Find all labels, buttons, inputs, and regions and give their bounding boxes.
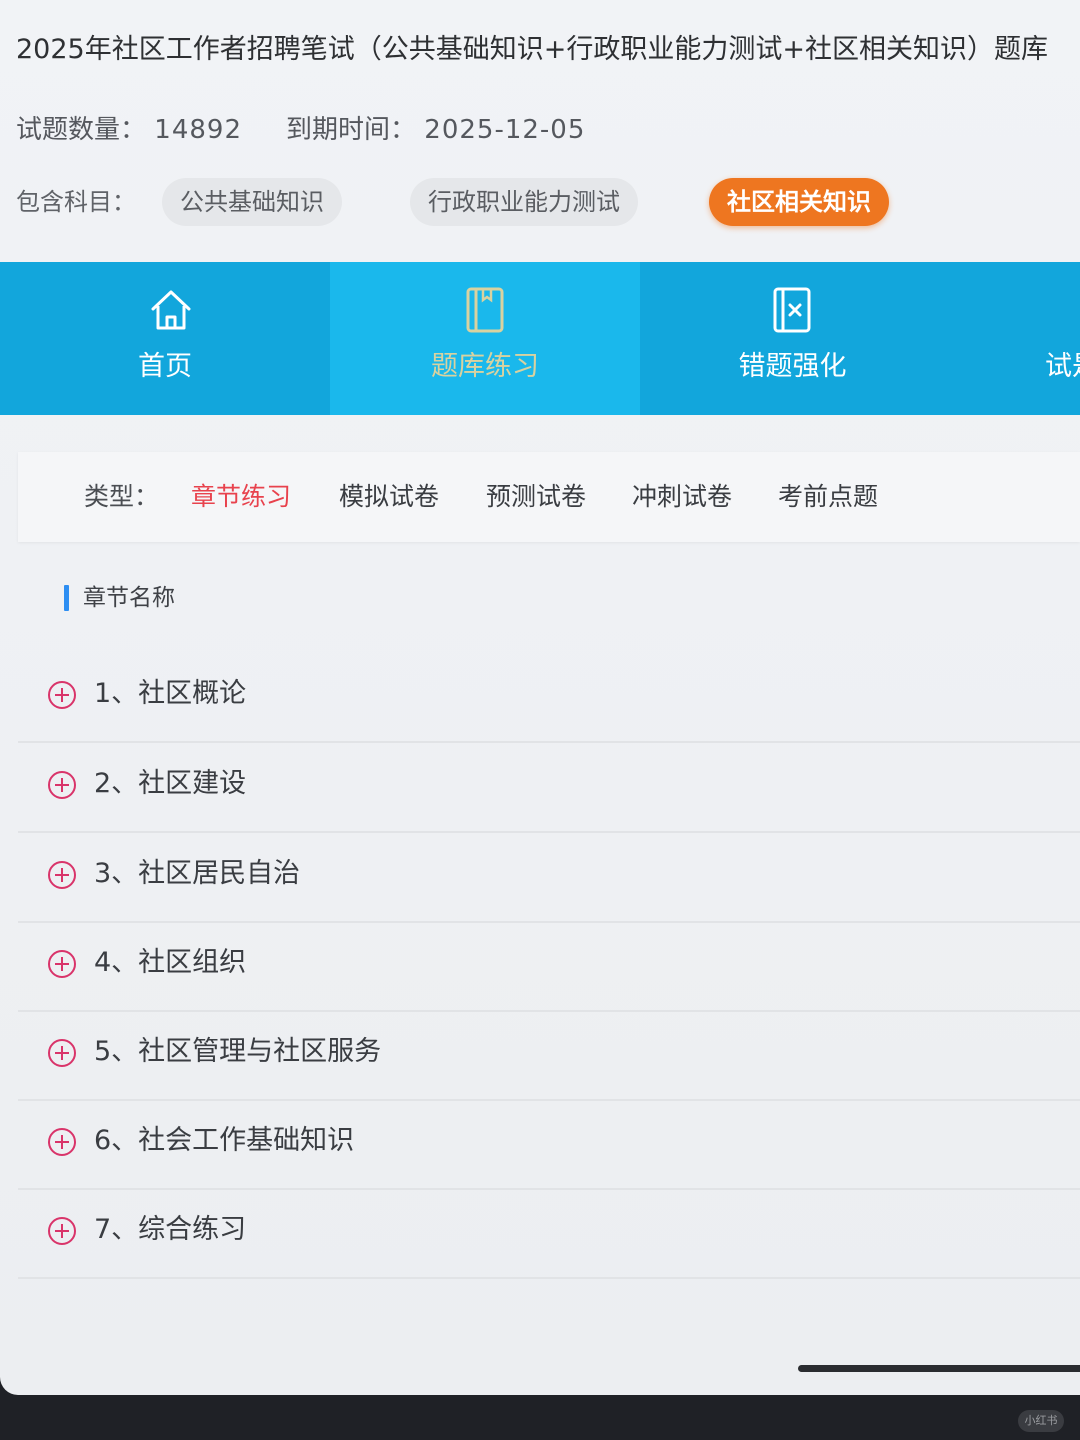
type-sprint-exam[interactable]: 冲刺试卷: [632, 480, 732, 514]
subject-chip-admin-aptitude[interactable]: 行政职业能力测试: [410, 178, 638, 226]
chapter-label: 5、社区管理与社区服务: [94, 1036, 382, 1067]
chapter-row[interactable]: 7、综合练习: [18, 1188, 1080, 1279]
chapter-label: 6、社会工作基础知识: [94, 1125, 355, 1156]
expand-plus-icon[interactable]: [48, 861, 76, 889]
wrong-book-icon: [773, 287, 811, 333]
question-count-value: 14892: [154, 115, 242, 145]
expand-plus-icon[interactable]: [48, 1039, 76, 1067]
expand-plus-icon[interactable]: [48, 950, 76, 978]
expiry-label: 到期时间：: [286, 115, 417, 145]
page-title: 2025年社区工作者招聘笔试（公共基础知识+行政职业能力测试+社区相关知识）题库: [16, 34, 1048, 65]
home-icon: [151, 290, 191, 330]
expiry-value: 2025-12-05: [424, 115, 586, 145]
nav-home[interactable]: 首页: [0, 262, 330, 415]
expand-plus-icon[interactable]: [48, 681, 76, 709]
chapter-label: 4、社区组织: [94, 947, 247, 978]
home-indicator[interactable]: [798, 1365, 1080, 1372]
nav-home-label: 首页: [138, 351, 192, 382]
type-chapter-practice[interactable]: 章节练习: [191, 480, 291, 514]
subjects-label: 包含科目：: [16, 188, 136, 216]
chapter-label: 1、社区概论: [94, 678, 247, 709]
nav-exam-label: 试是: [1045, 351, 1080, 382]
chapter-label: 7、综合练习: [94, 1214, 247, 1245]
question-count: 试题数量： 14892: [16, 112, 242, 148]
expiry-date: 到期时间： 2025-12-05: [286, 112, 585, 148]
chapter-row[interactable]: 5、社区管理与社区服务: [18, 1010, 1080, 1101]
chapter-row[interactable]: 6、社会工作基础知识: [18, 1099, 1080, 1190]
type-label: 类型：: [84, 482, 160, 511]
nav-wrong-questions[interactable]: 错题强化: [640, 262, 945, 415]
nav-question-bank[interactable]: 题库练习: [330, 262, 640, 415]
chapter-row[interactable]: 4、社区组织: [18, 921, 1080, 1012]
chapter-row[interactable]: 1、社区概论: [18, 652, 1080, 743]
expand-plus-icon[interactable]: [48, 771, 76, 799]
section-title: 章节名称: [83, 585, 175, 611]
app-screen: 2025年社区工作者招聘笔试（公共基础知识+行政职业能力测试+社区相关知识）题库…: [0, 0, 1080, 1395]
nav-exam[interactable]: 试是: [945, 262, 1080, 415]
chapter-row[interactable]: 2、社区建设: [18, 742, 1080, 833]
type-mock-exam[interactable]: 模拟试卷: [339, 480, 439, 514]
chapter-label: 3、社区居民自治: [94, 858, 301, 889]
subject-chip-public-basics[interactable]: 公共基础知识: [162, 178, 342, 226]
expand-plus-icon[interactable]: [48, 1217, 76, 1245]
type-predict-exam[interactable]: 预测试卷: [486, 480, 586, 514]
question-count-label: 试题数量：: [16, 115, 147, 145]
type-filter-bar: 类型： 章节练习 模拟试卷 预测试卷 冲刺试卷 考前点题: [18, 452, 1080, 542]
book-icon: [466, 287, 504, 333]
watermark: 小红书: [1018, 1410, 1064, 1432]
nav-wrong-questions-label: 错题强化: [738, 351, 847, 382]
section-accent-bar: [64, 585, 69, 611]
main-nav: 首页 题库练习 错题强化 试是: [0, 262, 1080, 415]
type-key-points[interactable]: 考前点题: [778, 480, 878, 514]
expand-plus-icon[interactable]: [48, 1128, 76, 1156]
chapter-row[interactable]: 3、社区居民自治: [18, 832, 1080, 923]
nav-question-bank-label: 题库练习: [431, 351, 539, 382]
chapter-label: 2、社区建设: [94, 768, 247, 799]
subject-chip-community-knowledge[interactable]: 社区相关知识: [709, 178, 889, 226]
